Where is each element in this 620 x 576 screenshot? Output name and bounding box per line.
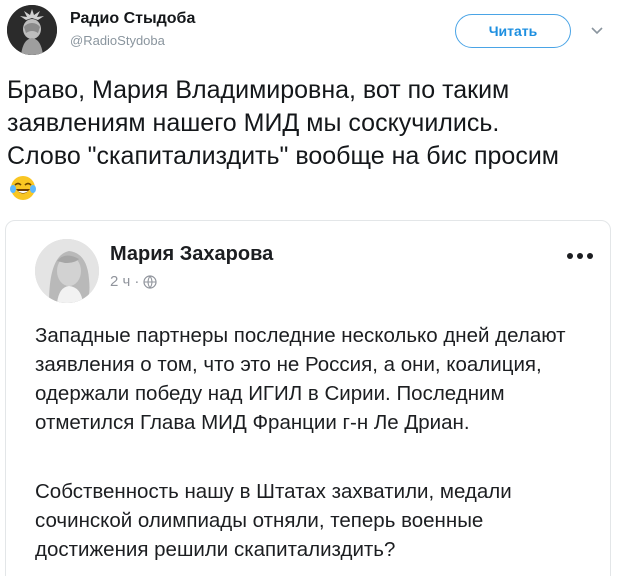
post-time[interactable]: 2 ч — [110, 273, 130, 290]
quoted-paragraph-1: Западные партнеры последние несколько дн… — [35, 324, 566, 434]
tweet-body: Браво, Мария Владимировна, вот по таким … — [7, 76, 559, 170]
author-avatar[interactable] — [7, 5, 57, 55]
quoted-post-card[interactable]: Мария Захарова 2 ч · Западные партнеры п… — [5, 220, 611, 576]
quoted-post-meta: 2 ч · — [110, 273, 157, 290]
tweet-header: Радио Стыдоба @RadioStydoba Читать — [0, 0, 620, 62]
quoted-paragraph-2: Собственность нашу в Штатах захватили, м… — [35, 480, 512, 561]
author-handle[interactable]: @RadioStydoba — [70, 33, 165, 48]
follow-button[interactable]: Читать — [455, 14, 571, 48]
quoted-author-avatar[interactable] — [35, 239, 99, 303]
chevron-down-icon[interactable] — [590, 24, 604, 38]
author-display-name[interactable]: Радио Стыдоба — [70, 10, 195, 28]
tweet-text: Браво, Мария Владимировна, вот по таким … — [7, 74, 567, 206]
quoted-author-name[interactable]: Мария Захарова — [110, 243, 273, 266]
more-options-icon[interactable] — [565, 251, 595, 261]
portrait-image — [35, 239, 99, 303]
statue-avatar-image — [7, 5, 57, 55]
meta-separator: · — [134, 273, 140, 290]
face-with-tears-of-joy-icon — [9, 174, 37, 202]
globe-icon — [143, 274, 157, 289]
